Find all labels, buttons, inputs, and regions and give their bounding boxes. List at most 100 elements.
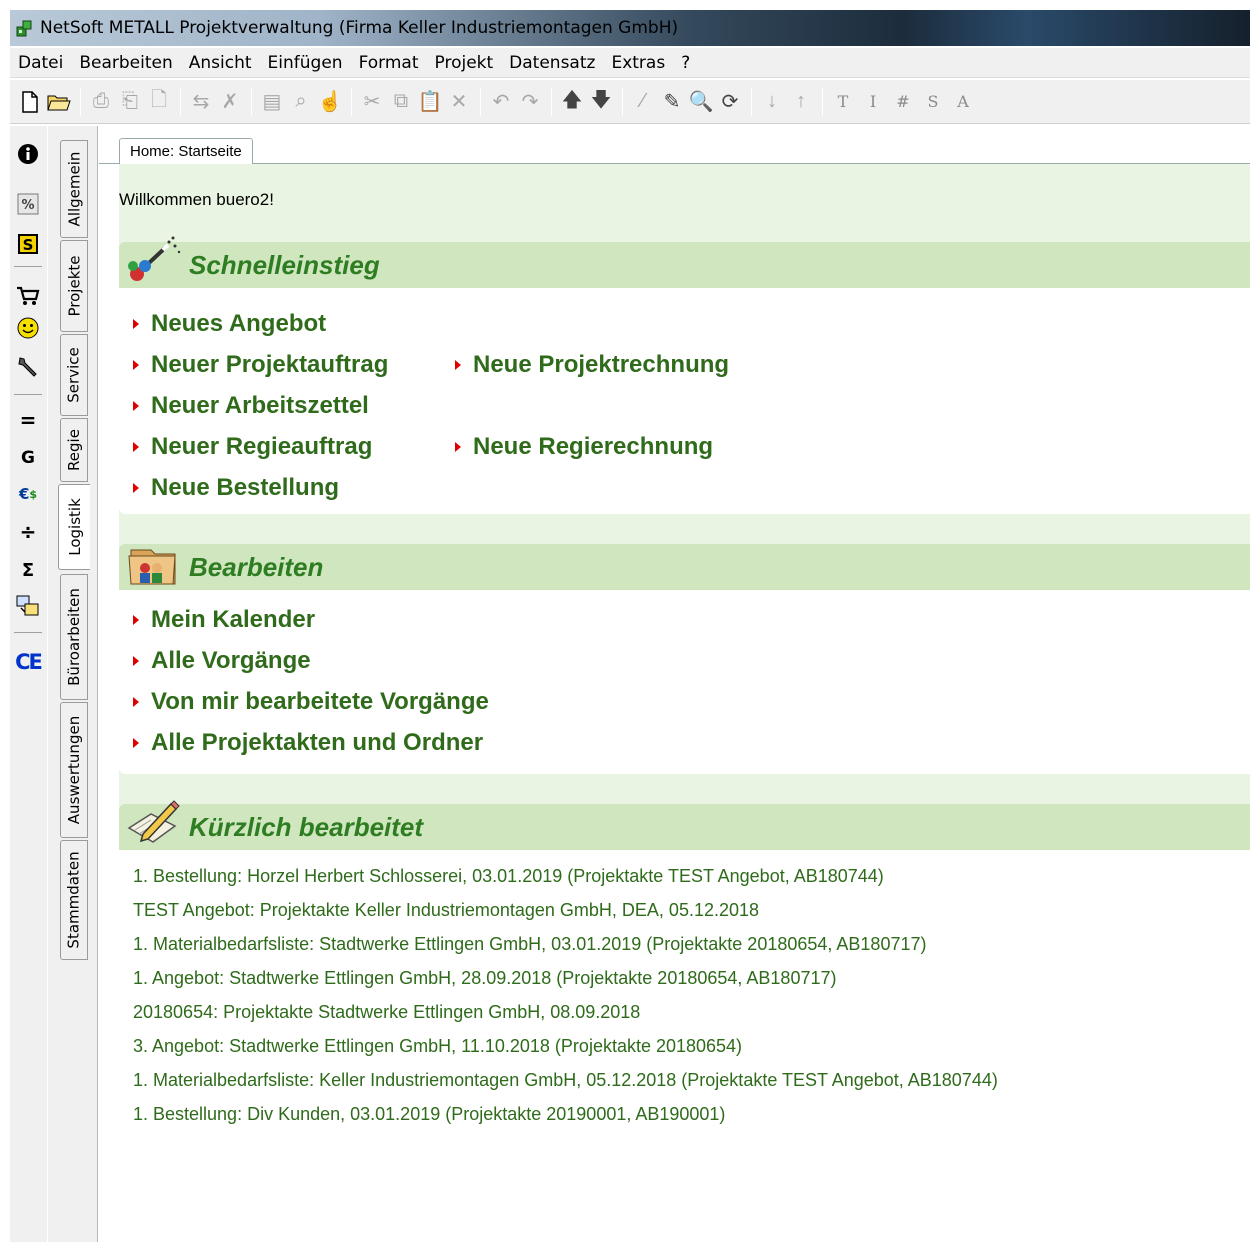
menu-datei[interactable]: Datei	[10, 48, 71, 78]
recent-item[interactable]: TEST Angebot: Projektakte Keller Industr…	[133, 900, 759, 921]
format-hash-button[interactable]: #	[889, 88, 917, 116]
menu-help[interactable]: ?	[673, 48, 698, 78]
recent-item[interactable]: 20180654: Projektakte Stadtwerke Ettling…	[133, 1002, 640, 1023]
link-neue-bestellung[interactable]: Neue Bestellung	[133, 474, 339, 502]
link-alle-vorgaenge[interactable]: Alle Vorgänge	[133, 647, 311, 675]
recent-section: Kürzlich bearbeitet 1. Bestellung: Horze…	[119, 800, 1250, 1242]
link-label: Neue Regierechnung	[473, 433, 714, 460]
link-mein-kalender[interactable]: Mein Kalender	[133, 606, 315, 634]
format-a-button[interactable]: A	[949, 88, 977, 116]
menu-datensatz[interactable]: Datensatz	[501, 48, 603, 78]
wrench-icon[interactable]	[14, 352, 42, 380]
link-label: Neuer Regieauftrag	[151, 433, 373, 460]
tab-bueroarbeiten[interactable]: Büroarbeiten	[60, 574, 88, 700]
recent-item[interactable]: 1. Bestellung: Div Kunden, 03.01.2019 (P…	[133, 1104, 725, 1125]
menu-extras[interactable]: Extras	[603, 48, 673, 78]
recent-item[interactable]: 1. Materialbedarfsliste: Stadtwerke Ettl…	[133, 934, 926, 955]
find-in-page-icon[interactable]: ⌕	[287, 88, 315, 116]
bullet-arrow-icon	[455, 442, 461, 452]
link-neuer-projektauftrag[interactable]: Neuer Projektauftrag	[133, 351, 388, 379]
cut-icon[interactable]: ✂	[358, 88, 386, 116]
menu-einfuegen[interactable]: Einfügen	[260, 48, 351, 78]
toolbar-separator	[622, 87, 623, 116]
cart-icon[interactable]	[14, 282, 42, 310]
smiley-icon[interactable]	[14, 314, 42, 342]
menu-bearbeiten[interactable]: Bearbeiten	[71, 48, 180, 78]
percent-icon[interactable]: %	[14, 190, 42, 218]
print-icon[interactable]: ⎙	[87, 88, 115, 116]
bullet-arrow-icon	[133, 483, 139, 493]
sort-descending-icon[interactable]: ↑	[787, 88, 815, 116]
arrow-up-icon[interactable]: 🡅	[558, 88, 586, 116]
tab-label: Projekte	[65, 255, 83, 317]
menu-projekt[interactable]: Projekt	[427, 48, 502, 78]
equals-icon[interactable]: =	[14, 406, 42, 434]
menu-ansicht[interactable]: Ansicht	[181, 48, 260, 78]
search-icon[interactable]: 🔍	[687, 88, 715, 116]
transfer-documents-icon[interactable]	[14, 592, 42, 620]
redo-icon[interactable]: ↷	[516, 88, 544, 116]
tab-projekte[interactable]: Projekte	[60, 240, 88, 332]
transfer-icon[interactable]: ⇆	[187, 88, 215, 116]
menu-format[interactable]: Format	[351, 48, 427, 78]
link-neue-projektrechnung[interactable]: Neue Projektrechnung	[455, 351, 729, 379]
link-neuer-arbeitszettel[interactable]: Neuer Arbeitszettel	[133, 392, 369, 420]
link-von-mir-bearbeitete-vorgaenge[interactable]: Von mir bearbeitete Vorgänge	[133, 688, 489, 716]
print-setup-icon[interactable]: ⎗	[116, 88, 144, 116]
toolbar: ⎙ ⎗ 🗋 ⇆ ✗ ▤ ⌕ ☝ ✂ ⧉ 📋 ✕ ↶ ↷ 🡅 🡇 ⁄ ✎ 🔍 ⟳ …	[10, 80, 1250, 124]
bullet-arrow-icon	[133, 319, 139, 329]
edit-header: Bearbeiten	[119, 544, 1250, 590]
tab-home-startseite[interactable]: Home: Startseite	[119, 138, 253, 165]
link-neuer-regieauftrag[interactable]: Neuer Regieauftrag	[133, 433, 372, 461]
spell-check-icon[interactable]: ✗	[216, 88, 244, 116]
copy-icon[interactable]: ⧉	[387, 88, 415, 116]
toolbar-separator	[822, 87, 823, 116]
tab-service[interactable]: Service	[60, 334, 88, 416]
undo-icon[interactable]: ↶	[487, 88, 515, 116]
divide-icon[interactable]: ÷	[14, 518, 42, 546]
info-icon[interactable]	[14, 140, 42, 168]
welcome-text: Willkommen buero2!	[119, 190, 274, 209]
application-window: NetSoft METALL Projektverwaltung (Firma …	[0, 0, 1250, 1242]
tab-auswertungen[interactable]: Auswertungen	[60, 702, 88, 838]
tab-label: Regie	[65, 429, 83, 471]
sigma-icon[interactable]: Σ	[14, 556, 42, 584]
form-icon[interactable]: ▤	[258, 88, 286, 116]
recent-item[interactable]: 1. Materialbedarfsliste: Keller Industri…	[133, 1070, 998, 1091]
hand-icon[interactable]: ☝	[316, 88, 344, 116]
euro-dollar-icon[interactable]: € $	[14, 480, 42, 508]
refresh-icon[interactable]: ⟳	[716, 88, 744, 116]
new-document-icon[interactable]	[16, 88, 44, 116]
bullet-arrow-icon	[133, 738, 139, 748]
paste-icon[interactable]: 📋	[416, 88, 444, 116]
toolbar-separator	[80, 87, 81, 116]
open-folder-icon[interactable]	[45, 88, 73, 116]
format-t-button[interactable]: T	[829, 88, 857, 116]
app-icon	[16, 20, 32, 37]
bullet-arrow-icon	[455, 360, 461, 370]
delete-icon[interactable]: ✕	[445, 88, 473, 116]
edit-pencil-icon[interactable]: ⁄	[629, 88, 657, 116]
tab-allgemein[interactable]: Allgemein	[60, 140, 88, 238]
link-alle-projektakten-und-ordner[interactable]: Alle Projektakten und Ordner	[133, 729, 483, 757]
s-icon[interactable]: S	[14, 230, 42, 258]
recent-item[interactable]: 1. Bestellung: Horzel Herbert Schlossere…	[133, 866, 884, 887]
ce-icon[interactable]: CE	[14, 648, 43, 676]
recent-item[interactable]: 3. Angebot: Stadtwerke Ettlingen GmbH, 1…	[133, 1036, 742, 1057]
format-i-button[interactable]: I	[859, 88, 887, 116]
recent-item[interactable]: 1. Angebot: Stadtwerke Ettlingen GmbH, 2…	[133, 968, 836, 989]
strip-separator	[14, 632, 42, 633]
link-neue-regierechnung[interactable]: Neue Regierechnung	[455, 433, 713, 461]
g-icon[interactable]: G	[14, 444, 42, 472]
link-neues-angebot[interactable]: Neues Angebot	[133, 310, 326, 338]
arrow-down-icon[interactable]: 🡇	[587, 88, 615, 116]
pencil-icon[interactable]: ✎	[658, 88, 686, 116]
toolbar-separator	[251, 87, 252, 116]
print-preview-icon[interactable]: 🗋	[145, 88, 173, 116]
format-s-button[interactable]: S	[919, 88, 947, 116]
tab-logistik[interactable]: Logistik	[58, 484, 90, 570]
tab-stammdaten[interactable]: Stammdaten	[60, 840, 88, 960]
sort-ascending-icon[interactable]: ↓	[758, 88, 786, 116]
main-content: Home: Startseite Willkommen buero2! Schn…	[99, 126, 1250, 1242]
tab-regie[interactable]: Regie	[60, 418, 88, 482]
